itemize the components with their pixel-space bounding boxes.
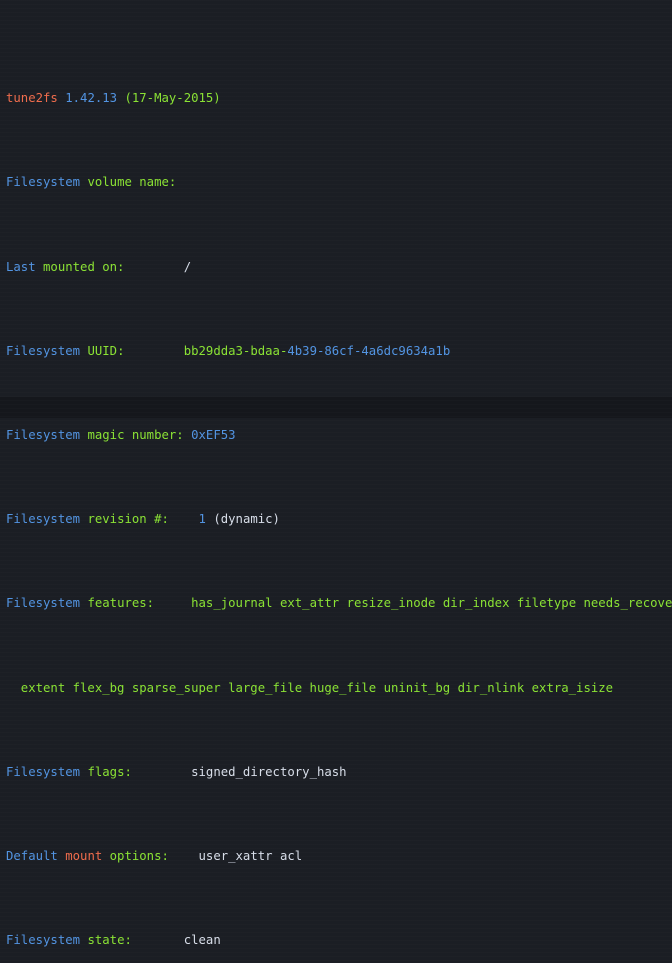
pad — [169, 849, 199, 863]
pad — [124, 260, 183, 274]
label-head: Filesystem — [6, 175, 81, 190]
label-tail: magic number: — [80, 427, 184, 442]
label-tail: flags: — [80, 764, 132, 779]
row-default-mount-options: Default mount options: user_xattr acl — [6, 846, 672, 867]
label-head: Filesystem — [6, 343, 81, 358]
row-filesystem-magic-number: Filesystem magic number: 0xEF53 — [6, 425, 672, 446]
value: has_journal ext_attr resize_inode dir_in… — [191, 596, 672, 611]
value: 0xEF53 — [191, 427, 236, 442]
value-prefix: bb29dda3-bdaa- — [183, 343, 288, 358]
label-tail: features: — [80, 596, 155, 611]
row-filesystem-flags: Filesystem flags: signed_directory_hash — [6, 762, 672, 783]
value-extra: (dynamic) — [205, 512, 280, 527]
row-filesystem-revision: Filesystem revision #: 1 (dynamic) — [6, 509, 672, 530]
value: user_xattr acl — [198, 848, 303, 863]
value: / — [183, 259, 192, 274]
pad — [154, 596, 191, 610]
program-date: (17-May-2015) — [124, 91, 221, 106]
label-tail: state: — [80, 933, 132, 948]
label-head: Filesystem — [6, 427, 81, 442]
value-continuation: extent flex_bg sparse_super large_file h… — [6, 680, 614, 695]
row-filesystem-features: Filesystem features: has_journal ext_att… — [6, 593, 672, 614]
pad — [124, 344, 183, 358]
label-head: Filesystem — [6, 596, 81, 611]
pad — [132, 765, 191, 779]
label-tail: revision #: — [80, 512, 169, 527]
terminal-output: tune2fs 1.42.13 (17-May-2015) Filesystem… — [0, 0, 672, 963]
label-tail: options: — [102, 848, 169, 863]
value-suffix: 4b39-86cf-4a6dc9634a1b — [287, 343, 451, 358]
tune2fs-version-line: tune2fs 1.42.13 (17-May-2015) — [6, 88, 672, 109]
row-filesystem-features-continued: extent flex_bg sparse_super large_file h… — [6, 678, 672, 699]
label-tail: UUID: — [80, 343, 125, 358]
label-head: Filesystem — [6, 933, 81, 948]
program-name: tune2fs — [6, 91, 58, 106]
terminal-window[interactable]: tune2fs 1.42.13 (17-May-2015) Filesystem… — [0, 0, 672, 963]
label-head: Filesystem — [6, 512, 81, 527]
label-head: Last — [6, 259, 36, 274]
row-last-mounted-on: Last mounted on: / — [6, 257, 672, 278]
pad — [132, 933, 184, 947]
label-keyword: mount — [57, 848, 103, 863]
label-tail: mounted on: — [35, 259, 125, 274]
label-tail: volume name: — [80, 175, 177, 190]
row-filesystem-volume-name: Filesystem volume name: — [6, 172, 672, 193]
row-filesystem-state: Filesystem state: clean — [6, 930, 672, 951]
pad — [169, 512, 199, 526]
value: signed_directory_hash — [191, 764, 347, 779]
row-filesystem-uuid: Filesystem UUID: bb29dda3-bdaa-4b39-86cf… — [6, 341, 672, 362]
pad — [184, 428, 191, 442]
value: 1 — [198, 512, 206, 527]
label-head: Default — [6, 848, 58, 863]
program-version: 1.42.13 — [65, 91, 118, 106]
value: clean — [183, 933, 221, 948]
label-head: Filesystem — [6, 764, 81, 779]
